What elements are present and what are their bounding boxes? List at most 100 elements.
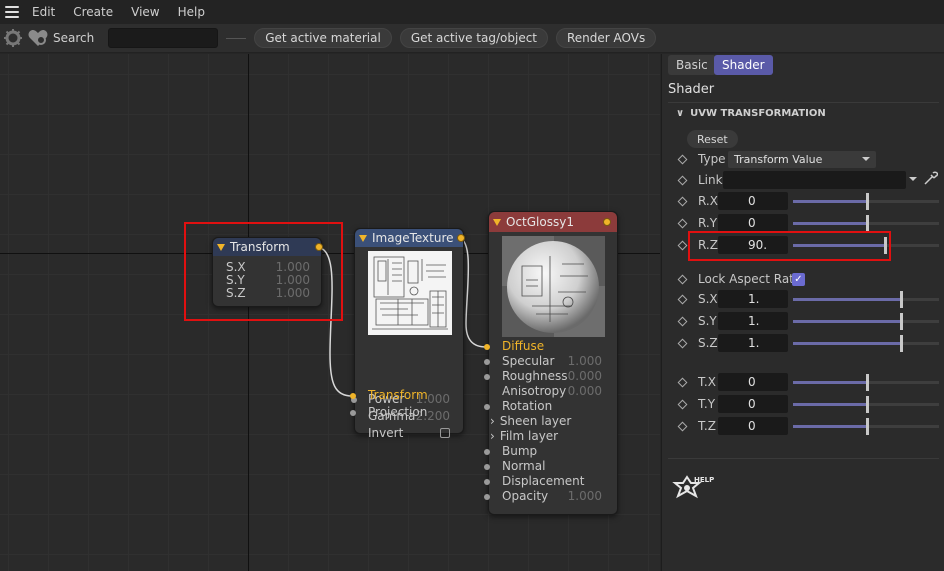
eyedropper-icon[interactable] — [922, 171, 939, 190]
rz-row-highlight — [688, 231, 891, 261]
menubar: Edit Create View Help — [0, 0, 944, 24]
param-field-sz[interactable]: 1. — [718, 334, 788, 352]
param-slider-sx[interactable] — [793, 290, 939, 308]
imagetexture-row-transform: Transform — [368, 388, 428, 402]
octglossy-pin-opacity[interactable] — [484, 494, 490, 500]
tab-basic[interactable]: Basic — [668, 55, 716, 75]
keyframe-diamond-icon[interactable] — [677, 294, 688, 304]
param-field-tx[interactable]: 0 — [718, 373, 788, 391]
param-field-ty[interactable]: 0 — [718, 395, 788, 413]
reset-button[interactable]: Reset — [687, 130, 738, 148]
param-slider-ty[interactable] — [793, 395, 939, 413]
node-editor-canvas[interactable]: Transform S.X 1.000 S.Y 1.000 S.Z 1.000 … — [0, 54, 660, 571]
slider-knob[interactable] — [866, 395, 869, 413]
param-label-tx: T.X — [698, 375, 716, 389]
keyframe-diamond-icon[interactable] — [677, 154, 688, 164]
invert-checkbox[interactable] — [440, 428, 450, 438]
imagetexture-node[interactable]: ImageTexture Power 1.000 Gamma 2.200 Inv… — [351, 228, 465, 440]
keyframe-diamond-icon[interactable] — [677, 196, 688, 206]
slider-fill — [793, 402, 866, 406]
param-field-tz[interactable]: 0 — [718, 417, 788, 435]
param-row-ry: R.Y 0 — [662, 213, 944, 233]
keyframe-diamond-icon[interactable] — [677, 421, 688, 431]
chevron-right-icon: › — [490, 414, 495, 428]
octglossy-row-rotation: Rotation — [502, 399, 553, 413]
param-slider-rx[interactable] — [793, 192, 939, 210]
octglossy-output-pin[interactable] — [603, 218, 611, 226]
keyframe-diamond-icon[interactable] — [677, 274, 688, 284]
section-header-uvw[interactable]: ∨ UVW TRANSFORMATION — [676, 108, 826, 119]
octglossy-pin-diffuse[interactable] — [484, 344, 490, 350]
collapse-triangle-icon[interactable] — [359, 234, 367, 242]
panel-divider — [668, 102, 939, 103]
transform-node-highlight — [184, 222, 343, 321]
param-field-rx[interactable]: 0 — [718, 192, 788, 210]
octglossy-pin-normal[interactable] — [484, 464, 490, 470]
dropdown-arrow-icon[interactable] — [909, 177, 917, 181]
keyframe-diamond-icon[interactable] — [677, 377, 688, 387]
menu-create[interactable]: Create — [73, 5, 113, 19]
param-row-sy: S.Y 1. — [662, 311, 944, 331]
param-slider-tx[interactable] — [793, 373, 939, 391]
keyframe-diamond-icon[interactable] — [677, 316, 688, 326]
keyframe-diamond-icon[interactable] — [677, 240, 688, 250]
param-row-sz: S.Z 1. — [662, 333, 944, 353]
octglossy-pin-displacement[interactable] — [484, 479, 490, 485]
menu-edit[interactable]: Edit — [32, 5, 55, 19]
param-row-sx: S.X 1. — [662, 289, 944, 309]
tab-shader[interactable]: Shader — [714, 55, 773, 75]
search-heart-icon[interactable] — [27, 28, 48, 48]
slider-knob[interactable] — [900, 290, 903, 308]
octglossy-pin-roughness[interactable] — [484, 374, 490, 380]
slider-knob[interactable] — [900, 312, 903, 330]
panel-heading: Shader — [668, 82, 715, 97]
octglossy-row-bump: Bump — [502, 444, 538, 458]
param-field-sx[interactable]: 1. — [718, 290, 788, 308]
keyframe-diamond-icon[interactable] — [677, 399, 688, 409]
imagetexture-pin-projection[interactable] — [350, 410, 356, 416]
keyframe-diamond-icon[interactable] — [677, 175, 688, 185]
imagetexture-output-pin[interactable] — [457, 234, 465, 242]
octglossy-row-sheen[interactable]: › Sheen layer — [490, 414, 571, 428]
keyframe-diamond-icon[interactable] — [677, 338, 688, 348]
imagetexture-pin-transform[interactable] — [350, 393, 356, 399]
octglossy-node-header[interactable]: OctGlossy1 — [489, 212, 617, 232]
param-slider-sy[interactable] — [793, 312, 939, 330]
hamburger-menu-icon[interactable] — [5, 6, 19, 18]
octane-settings-icon[interactable] — [3, 28, 23, 48]
slider-fill — [793, 424, 866, 428]
get-active-tag-object-button[interactable]: Get active tag/object — [399, 28, 548, 48]
imagetexture-node-title: ImageTexture — [372, 231, 454, 245]
param-slider-tz[interactable] — [793, 417, 939, 435]
slider-knob[interactable] — [866, 417, 869, 435]
menu-view[interactable]: View — [131, 5, 159, 19]
param-label-sy: S.Y — [698, 314, 717, 328]
render-aovs-button[interactable]: Render AOVs — [556, 28, 657, 48]
param-row-ty: T.Y 0 — [662, 394, 944, 414]
slider-knob[interactable] — [900, 334, 903, 352]
keyframe-diamond-icon[interactable] — [677, 218, 688, 228]
slider-knob[interactable] — [866, 214, 869, 232]
slider-knob[interactable] — [866, 192, 869, 210]
param-field-ry[interactable]: 0 — [718, 214, 788, 232]
slider-knob[interactable] — [866, 373, 869, 391]
param-slider-sz[interactable] — [793, 334, 939, 352]
octglossy-pin-specular[interactable] — [484, 359, 490, 365]
link-field[interactable] — [723, 171, 906, 189]
imagetexture-node-header[interactable]: ImageTexture — [355, 229, 465, 247]
imagetexture-row-projection: Projection — [368, 405, 428, 419]
imagetexture-row-invert: Invert — [368, 426, 450, 440]
search-label: Search — [53, 31, 95, 45]
type-dropdown[interactable]: Transform Value — [728, 150, 876, 168]
search-input[interactable] — [108, 28, 219, 48]
collapse-triangle-icon[interactable] — [493, 218, 501, 226]
toolbar-separator — [226, 37, 247, 39]
octglossy-pin-bump[interactable] — [484, 449, 490, 455]
param-field-sy[interactable]: 1. — [718, 312, 788, 330]
lock-aspect-checkbox[interactable]: ✓ — [792, 272, 805, 286]
get-active-material-button[interactable]: Get active material — [254, 28, 392, 48]
param-slider-ry[interactable] — [793, 214, 939, 232]
octglossy-row-film[interactable]: › Film layer — [490, 429, 558, 443]
octglossy-pin-rotation[interactable] — [484, 404, 490, 410]
menu-help[interactable]: Help — [178, 5, 205, 19]
